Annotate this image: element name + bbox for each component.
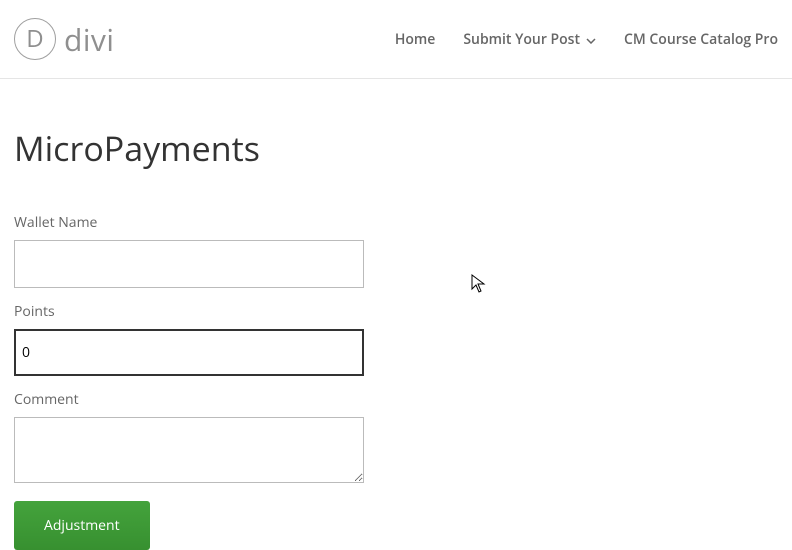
- nav-home[interactable]: Home: [395, 30, 436, 49]
- comment-label: Comment: [14, 390, 778, 409]
- nav-course-catalog[interactable]: CM Course Catalog Pro: [624, 30, 778, 49]
- nav-submit-label: Submit Your Post: [463, 30, 580, 49]
- comment-input[interactable]: [14, 417, 364, 483]
- nav-catalog-label: CM Course Catalog Pro: [624, 30, 778, 49]
- logo-letter: D: [26, 27, 43, 51]
- points-input[interactable]: [14, 329, 364, 376]
- points-label: Points: [14, 302, 778, 321]
- adjustment-button[interactable]: Adjustment: [14, 501, 150, 550]
- nav-home-label: Home: [395, 30, 436, 49]
- nav-submit-post[interactable]: Submit Your Post: [463, 30, 596, 49]
- header: D divi Home Submit Your Post CM Course C…: [0, 0, 792, 79]
- chevron-down-icon: [586, 30, 596, 49]
- page-title: MicroPayments: [14, 125, 778, 171]
- content: MicroPayments Wallet Name Points Comment…: [0, 79, 792, 550]
- wallet-name-input[interactable]: [14, 240, 364, 288]
- nav: Home Submit Your Post CM Course Catalog …: [395, 30, 778, 49]
- logo[interactable]: D divi: [14, 18, 115, 60]
- logo-text: divi: [64, 19, 115, 60]
- wallet-name-label: Wallet Name: [14, 213, 778, 232]
- logo-icon: D: [14, 18, 56, 60]
